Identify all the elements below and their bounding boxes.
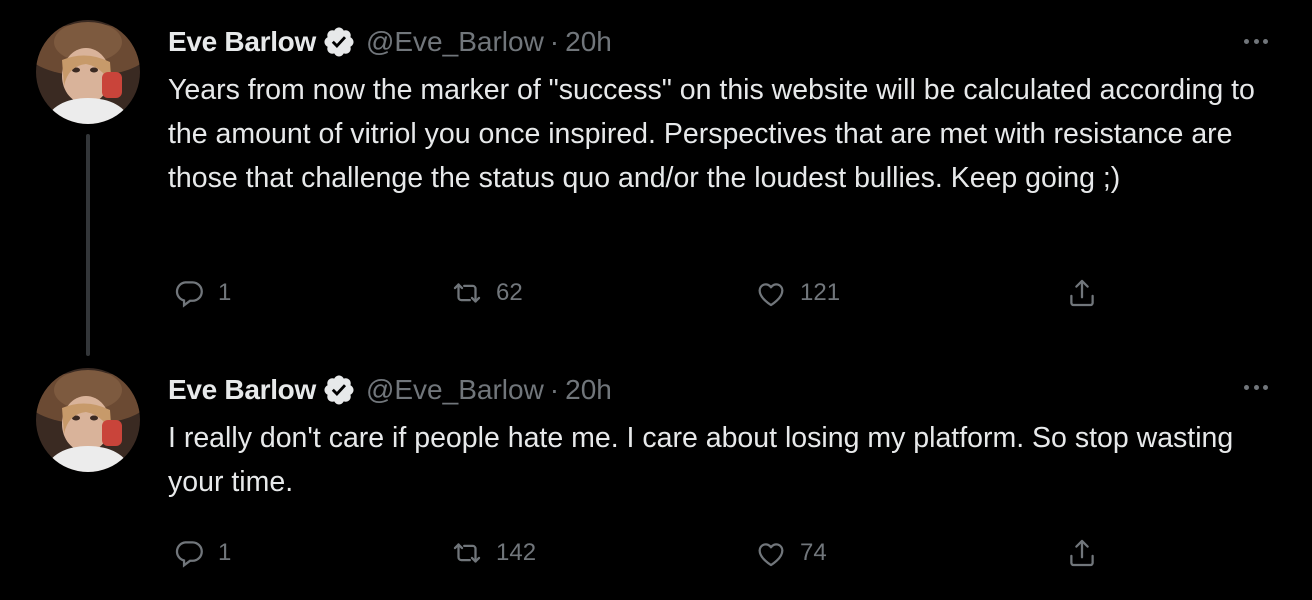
more-options-icon[interactable] <box>1244 382 1268 392</box>
tweet-actions: 1 142 74 <box>172 533 1112 573</box>
tweet-header: Eve Barlow @Eve_Barlow · 20h <box>168 24 612 60</box>
retweet-icon <box>450 276 484 310</box>
separator-dot: · <box>549 26 560 57</box>
verified-badge-icon <box>322 373 356 407</box>
author-handle[interactable]: @Eve_Barlow <box>366 374 544 406</box>
share-button[interactable] <box>1065 533 1099 573</box>
retweet-button[interactable]: 62 <box>450 273 523 313</box>
heart-icon <box>754 536 788 570</box>
tweet-text: I really don't care if people hate me. I… <box>168 422 1242 498</box>
tweet-actions: 1 62 121 <box>172 273 1112 313</box>
separator-dot: · <box>549 374 560 405</box>
reply-button[interactable]: 1 <box>172 533 231 573</box>
author-name[interactable]: Eve Barlow <box>168 374 316 406</box>
thread-connector-line <box>86 134 90 356</box>
like-button[interactable]: 121 <box>754 273 840 313</box>
tweet-text: Years from now the marker of "success" o… <box>168 74 1263 194</box>
retweet-count: 62 <box>496 279 523 306</box>
tweet-timestamp[interactable]: 20h <box>565 374 612 406</box>
reply-icon <box>172 276 206 310</box>
retweet-count: 142 <box>496 539 537 566</box>
share-button[interactable] <box>1065 273 1099 313</box>
retweet-icon <box>450 536 484 570</box>
verified-badge-icon <box>322 25 356 59</box>
author-name[interactable]: Eve Barlow <box>168 26 316 58</box>
reply-count: 1 <box>218 279 232 306</box>
more-options-icon[interactable] <box>1244 36 1268 46</box>
like-count: 121 <box>800 279 841 306</box>
heart-icon <box>754 276 788 310</box>
reply-button[interactable]: 1 <box>172 273 231 313</box>
share-icon <box>1065 276 1099 310</box>
tweet[interactable]: Eve Barlow @Eve_Barlow · 20h Years from … <box>0 0 1312 356</box>
retweet-button[interactable]: 142 <box>450 533 536 573</box>
reply-icon <box>172 536 206 570</box>
share-icon <box>1065 536 1099 570</box>
author-handle[interactable]: @Eve_Barlow <box>366 26 544 58</box>
like-button[interactable]: 74 <box>754 533 827 573</box>
reply-count: 1 <box>218 539 232 566</box>
tweet-header: Eve Barlow @Eve_Barlow · 20h <box>168 372 612 408</box>
tweet-timestamp[interactable]: 20h <box>565 26 612 58</box>
avatar[interactable] <box>36 20 140 124</box>
avatar[interactable] <box>36 368 140 472</box>
like-count: 74 <box>800 539 827 566</box>
tweet[interactable]: Eve Barlow @Eve_Barlow · 20h I really do… <box>0 350 1312 600</box>
